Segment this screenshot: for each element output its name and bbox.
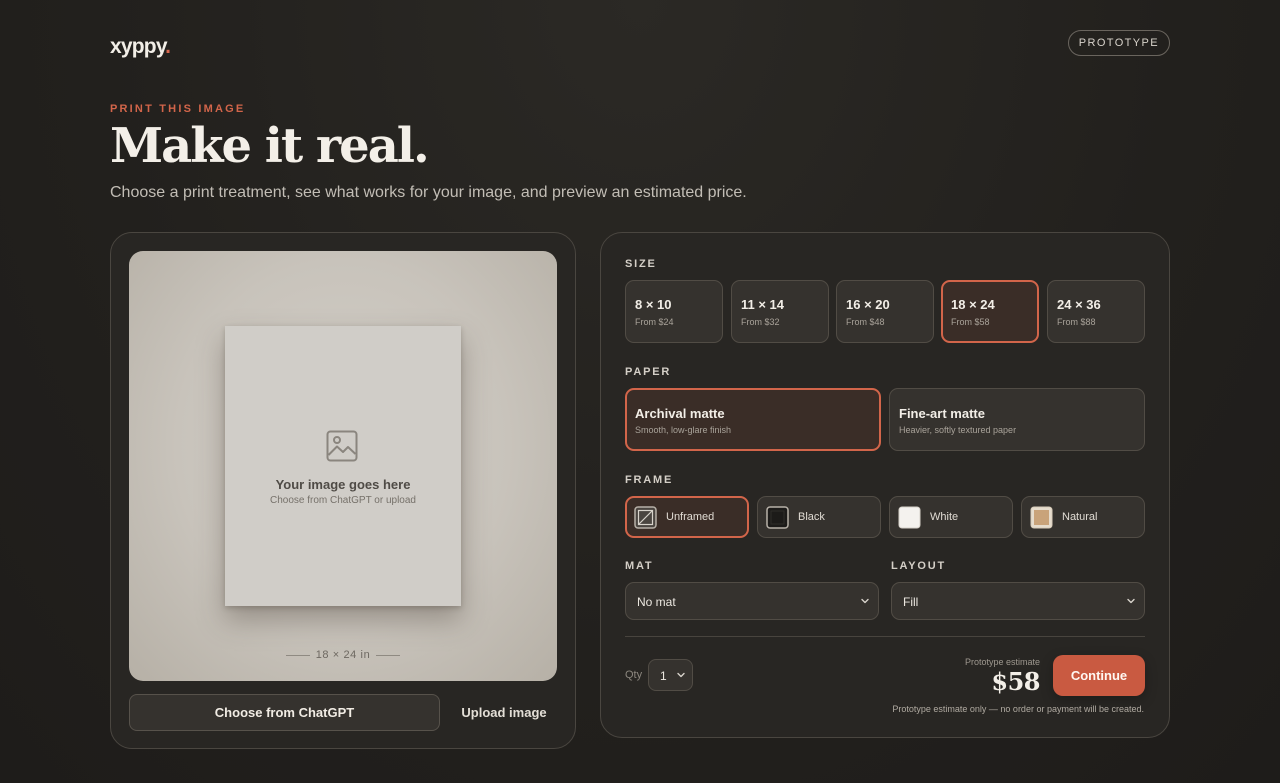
- mat-section-label: MAT: [625, 560, 654, 572]
- size-price: From $32: [741, 317, 780, 327]
- paper-description: Smooth, low-glare finish: [635, 425, 732, 435]
- natural-frame-swatch-icon: [1030, 506, 1053, 529]
- size-price: From $48: [846, 317, 885, 327]
- chevron-down-icon: [677, 672, 685, 678]
- size-value: 18 × 24: [951, 297, 995, 312]
- estimate-price: $58: [991, 667, 1040, 696]
- frame-label: Natural: [1062, 511, 1098, 523]
- mat-select[interactable]: No mat: [625, 582, 879, 620]
- size-value: 8 × 10: [635, 297, 672, 312]
- size-option-8x10[interactable]: 8 × 10 From $24: [625, 280, 723, 343]
- paper-section-label: PAPER: [625, 366, 672, 378]
- paper-option-fine-art-matte[interactable]: Fine-art matte Heavier, softly textured …: [889, 388, 1145, 451]
- eyebrow-label: PRINT THIS IMAGE: [110, 103, 246, 115]
- size-value: 24 × 36: [1057, 297, 1101, 312]
- divider: [625, 636, 1145, 637]
- white-frame-swatch-icon: [898, 506, 921, 529]
- logo[interactable]: xyppy.: [110, 35, 171, 59]
- estimate-disclaimer: Prototype estimate only — no order or pa…: [892, 704, 1144, 714]
- black-frame-swatch-icon: [766, 506, 789, 529]
- chevron-down-icon: [861, 598, 869, 604]
- choose-from-chatgpt-button[interactable]: Choose from ChatGPT: [129, 694, 440, 731]
- print-preview: Your image goes here Choose from ChatGPT…: [129, 251, 557, 681]
- layout-select-value: Fill: [903, 595, 919, 609]
- dimension-label: 18 × 24 in: [129, 649, 557, 661]
- print-placeholder[interactable]: Your image goes here Choose from ChatGPT…: [225, 326, 461, 606]
- frame-option-natural[interactable]: Natural: [1021, 496, 1145, 538]
- logo-dot: .: [165, 35, 171, 58]
- image-icon: [326, 430, 358, 462]
- size-section-label: SIZE: [625, 258, 657, 270]
- mat-select-value: No mat: [637, 595, 676, 609]
- dimension-line-right: [376, 654, 401, 656]
- placeholder-subtitle: Choose from ChatGPT or upload: [269, 495, 416, 506]
- size-value: 16 × 20: [846, 297, 890, 312]
- qty-label: Qty: [625, 669, 643, 681]
- prototype-badge: PROTOTYPE: [1067, 30, 1170, 56]
- unframed-swatch-icon: [634, 506, 657, 529]
- placeholder-title: Your image goes here: [275, 477, 411, 492]
- frame-option-unframed[interactable]: Unframed: [625, 496, 749, 538]
- options-card: SIZE 8 × 10 From $24 11 × 14 From $32 16…: [600, 232, 1170, 738]
- frame-option-black[interactable]: Black: [757, 496, 881, 538]
- top-header: xyppy. PROTOTYPE: [110, 30, 1170, 60]
- frame-option-white[interactable]: White: [889, 496, 1013, 538]
- page-title: Make it real.: [110, 118, 430, 174]
- layout-select[interactable]: Fill: [891, 582, 1145, 620]
- paper-option-archival-matte[interactable]: Archival matte Smooth, low-glare finish: [625, 388, 881, 451]
- qty-select[interactable]: 1: [648, 659, 693, 691]
- size-option-16x20[interactable]: 16 × 20 From $48: [836, 280, 934, 343]
- size-price: From $58: [951, 317, 990, 327]
- frame-label: White: [930, 511, 959, 523]
- paper-name: Fine-art matte: [899, 406, 985, 421]
- dimension-line-left: [285, 654, 310, 656]
- page-subtitle: Choose a print treatment, see what works…: [110, 184, 747, 201]
- size-option-18x24[interactable]: 18 × 24 From $58: [941, 280, 1039, 343]
- frame-section-label: FRAME: [625, 474, 674, 486]
- paper-description: Heavier, softly textured paper: [899, 425, 1017, 435]
- size-price: From $24: [635, 317, 674, 327]
- dimension-text: 18 × 24 in: [315, 649, 371, 661]
- preview-card: Your image goes here Choose from ChatGPT…: [110, 232, 576, 749]
- size-value: 11 × 14: [741, 297, 785, 312]
- frame-label: Unframed: [666, 511, 715, 523]
- continue-button[interactable]: Continue: [1053, 655, 1145, 696]
- estimate-label: Prototype estimate: [964, 657, 1040, 667]
- size-option-11x14[interactable]: 11 × 14 From $32: [731, 280, 829, 343]
- logo-text: xyppy: [110, 35, 166, 58]
- upload-image-button[interactable]: Upload image: [451, 694, 557, 731]
- chevron-down-icon: [1127, 598, 1135, 604]
- size-option-24x36[interactable]: 24 × 36 From $88: [1047, 280, 1145, 343]
- size-price: From $88: [1057, 317, 1096, 327]
- paper-name: Archival matte: [635, 406, 725, 421]
- qty-value: 1: [660, 669, 667, 683]
- layout-section-label: LAYOUT: [891, 560, 947, 572]
- frame-label: Black: [798, 511, 825, 523]
